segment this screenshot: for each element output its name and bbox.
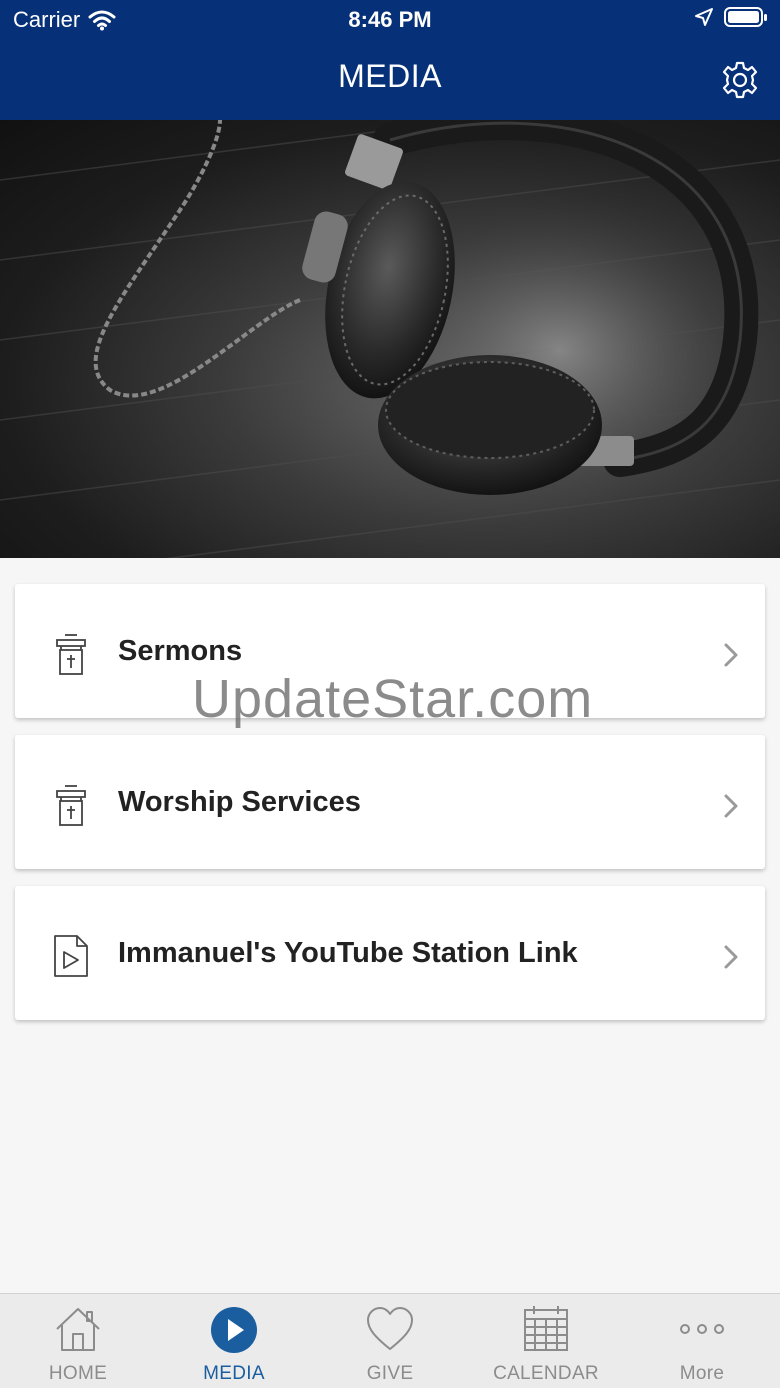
tab-give[interactable]: GIVE <box>312 1294 468 1388</box>
tab-label: GIVE <box>366 1363 414 1384</box>
tab-bar: HOME MEDIA GIVE CALENDAR More <box>0 1293 780 1388</box>
page-title: MEDIA <box>338 58 442 94</box>
hero-image <box>0 120 780 558</box>
tab-label: CALENDAR <box>493 1363 599 1384</box>
video-file-icon <box>54 935 88 977</box>
clock: 8:46 PM <box>348 7 432 32</box>
tab-media[interactable]: MEDIA <box>156 1294 312 1388</box>
chevron-right-icon <box>724 945 738 969</box>
menu-item-label: Immanuel's YouTube Station Link <box>118 937 578 969</box>
status-bar: Carrier 8:46 PM <box>0 0 780 40</box>
calendar-icon <box>524 1306 568 1351</box>
tab-label: More <box>679 1363 725 1384</box>
status-indicators <box>694 6 768 28</box>
menu-item-label: Worship Services <box>118 786 361 818</box>
pulpit-icon <box>56 634 86 675</box>
battery-icon <box>724 7 767 27</box>
tab-more[interactable]: More <box>624 1294 780 1388</box>
top-bar: Carrier 8:46 PM MEDIA <box>0 0 780 120</box>
tab-label: HOME <box>48 1363 108 1384</box>
chevron-right-icon <box>724 794 738 818</box>
menu-item-youtube-link[interactable]: Immanuel's YouTube Station Link <box>15 886 765 1020</box>
home-icon <box>56 1308 100 1351</box>
menu-item-worship-services[interactable]: Worship Services <box>15 735 765 869</box>
menu-item-sermons[interactable]: Sermons <box>15 584 765 718</box>
chevron-right-icon <box>724 643 738 667</box>
tab-label: MEDIA <box>203 1363 265 1384</box>
more-icon <box>680 1324 724 1334</box>
play-icon <box>211 1307 257 1353</box>
gear-icon[interactable] <box>720 60 760 100</box>
tab-home[interactable]: HOME <box>0 1294 156 1388</box>
tab-calendar[interactable]: CALENDAR <box>468 1294 624 1388</box>
pulpit-icon <box>56 785 86 826</box>
heart-icon <box>367 1307 413 1350</box>
headphones-image <box>0 120 780 558</box>
location-arrow-icon <box>695 8 713 26</box>
menu-item-label: Sermons <box>118 635 243 667</box>
